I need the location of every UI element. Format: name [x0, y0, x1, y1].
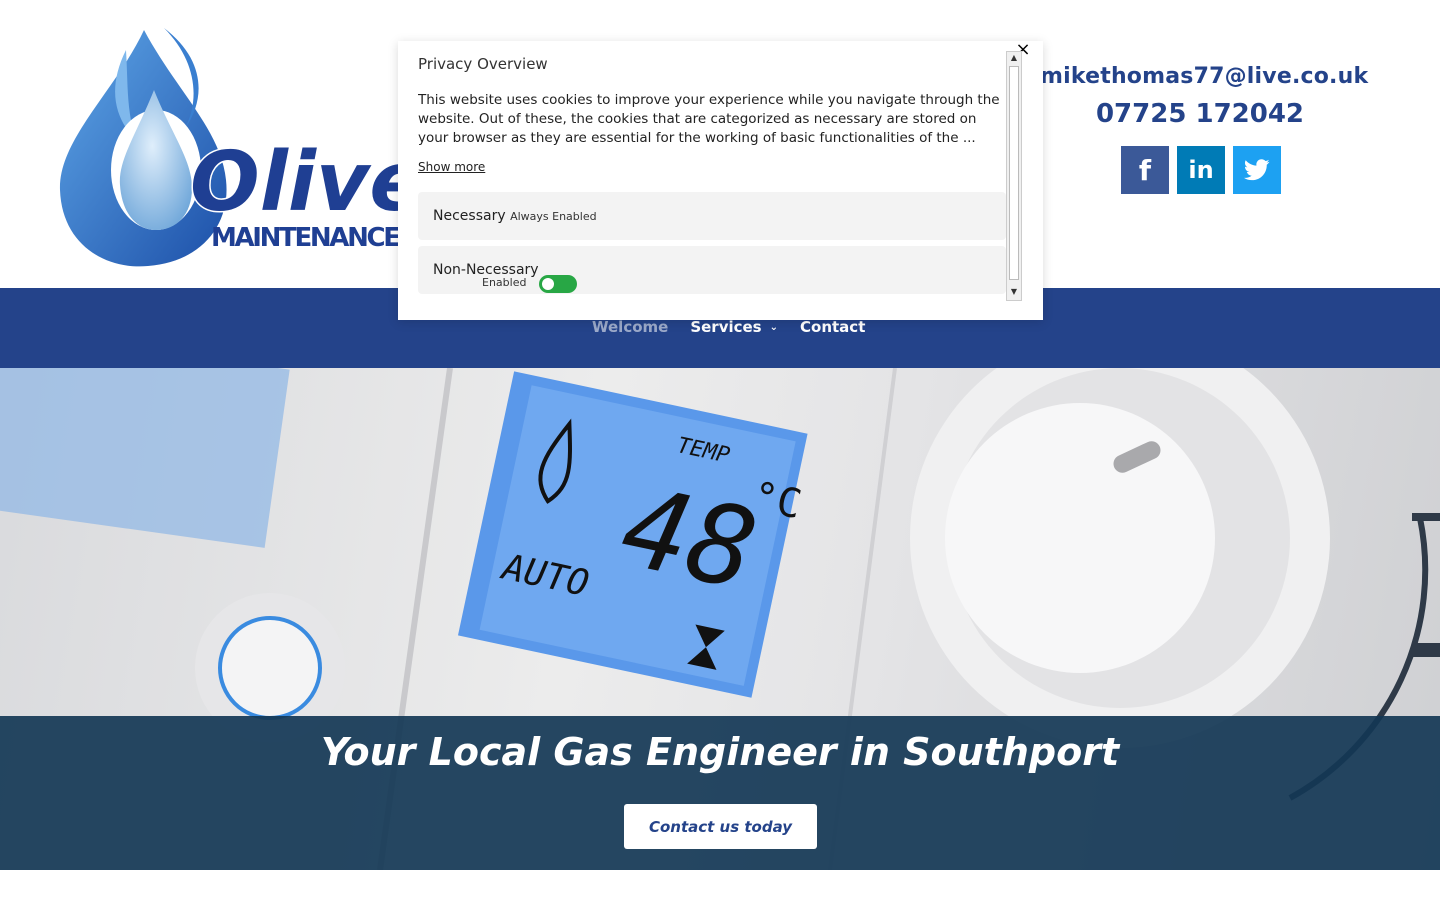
twitter-icon[interactable]	[1233, 146, 1281, 194]
linkedin-icon[interactable]: in	[1177, 146, 1225, 194]
nav-welcome[interactable]: Welcome	[592, 318, 668, 336]
chevron-down-icon: ⌄	[769, 321, 779, 333]
scroll-down-arrow-icon[interactable]: ▼	[1008, 286, 1020, 298]
scrollbar-thumb[interactable]	[1009, 66, 1019, 280]
nav-services[interactable]: Services ⌄	[690, 318, 778, 336]
logo-maintenance-text: MAINTENANCE	[211, 223, 401, 253]
privacy-description: This website uses cookies to improve you…	[418, 92, 1000, 146]
email-link[interactable]: mikethomas77@live.co.uk	[1040, 64, 1368, 89]
necessary-status: Always Enabled	[510, 210, 597, 223]
phone-number[interactable]: 07725 172042	[1040, 99, 1360, 129]
show-more-link[interactable]: Show more	[418, 160, 485, 174]
modal-scrollbar[interactable]: ▲ ▼	[1006, 51, 1022, 301]
contact-info: mikethomas77@live.co.uk 07725 172042	[1040, 64, 1368, 129]
social-links: f in	[1121, 146, 1281, 194]
contact-us-button[interactable]: Contact us today	[624, 804, 817, 849]
non-necessary-toggle[interactable]	[539, 275, 577, 293]
logo-olive-text: Olive	[190, 135, 401, 230]
hero-section: TEMP 48 °C AUTO Your Local Gas Engineer …	[0, 368, 1440, 870]
privacy-scroll-area[interactable]: Privacy Overview This website uses cooki…	[418, 53, 1008, 301]
non-necessary-cookies-panel[interactable]: Non-Necessary Enabled	[418, 246, 1006, 294]
non-necessary-status: Enabled	[482, 276, 527, 289]
svg-text:°C: °C	[749, 473, 806, 528]
scroll-up-arrow-icon[interactable]: ▲	[1008, 52, 1020, 64]
svg-text:48: 48	[611, 462, 767, 615]
necessary-label: Necessary	[433, 208, 506, 224]
facebook-icon[interactable]: f	[1121, 146, 1169, 194]
olive-maintenance-logo[interactable]: Olive MAINTENANCE	[56, 20, 401, 270]
hero-title: Your Local Gas Engineer in Southport	[320, 730, 1120, 774]
necessary-cookies-panel[interactable]: Necessary Always Enabled	[418, 192, 1006, 240]
cookie-privacy-modal: × Privacy Overview This website uses coo…	[398, 41, 1043, 320]
nav-contact[interactable]: Contact	[800, 318, 865, 336]
privacy-title: Privacy Overview	[418, 55, 548, 73]
